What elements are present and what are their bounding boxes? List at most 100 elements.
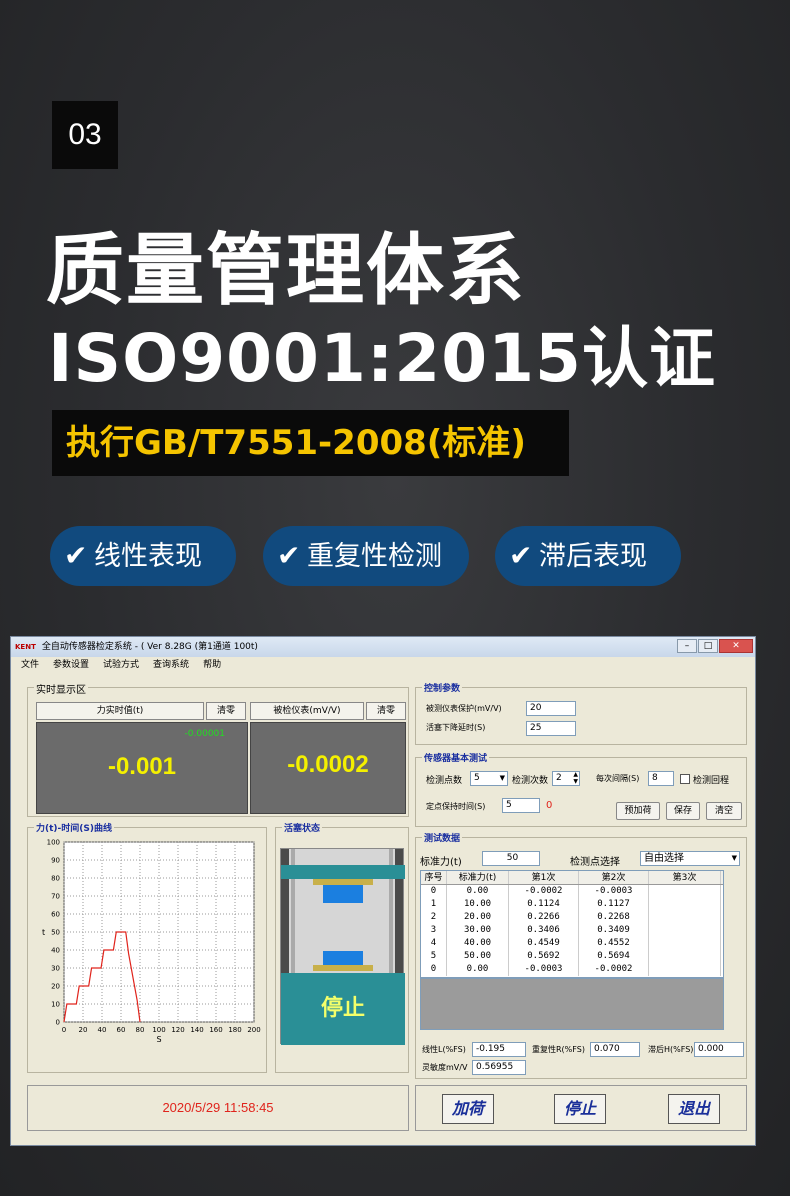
return-checkbox[interactable]	[680, 774, 690, 784]
hold-label: 定点保持时间(S)	[426, 802, 486, 811]
x-tick-label: 100	[152, 1026, 165, 1034]
sensitivity-label: 灵敏度mV/V	[422, 1063, 468, 1072]
app-window: KENT 全自动传感器检定系统 - ( Ver 8.28G (第1通道 100t)…	[10, 636, 756, 1146]
y-tick-label: 50	[51, 929, 60, 937]
menu-test-mode[interactable]: 试验方式	[103, 657, 139, 673]
delay-label: 活塞下降延时(S)	[426, 723, 486, 732]
curve-group-title: 力(t)-时间(S)曲线	[34, 821, 114, 834]
table-row[interactable]: 3 30.00 0.3406 0.3409	[421, 924, 723, 937]
col-header: 第1次	[509, 871, 579, 884]
feature-label: 线性表现	[94, 541, 202, 572]
piston-illustration: 停止	[280, 848, 405, 1045]
table-row[interactable]: 2 20.00 0.2266 0.2268	[421, 911, 723, 924]
protect-input[interactable]: 20	[526, 701, 576, 716]
table-cell: 0.3406	[509, 924, 579, 937]
points-select[interactable]: 5 ▼	[470, 771, 508, 786]
table-header-row: 序号 标准力(t) 第1次 第2次 第3次	[421, 871, 723, 885]
dropdown-arrow-icon: ▼	[731, 854, 737, 862]
basic-test-group-title: 传感器基本测试	[422, 751, 490, 764]
delay-input[interactable]: 25	[526, 721, 576, 736]
check-icon: ✔	[64, 539, 88, 572]
table-cell: 0.5692	[509, 950, 579, 963]
table-row[interactable]: 1 10.00 0.1124 0.1127	[421, 898, 723, 911]
table-cell: 0.1127	[579, 898, 649, 911]
feature-label: 滞后表现	[539, 541, 647, 572]
x-tick-label: 20	[79, 1026, 88, 1034]
point-select-value: 自由选择	[644, 853, 684, 864]
piston-group: 活塞状态 停止	[275, 821, 409, 1073]
y-tick-label: 40	[51, 947, 60, 955]
table-cell: 10.00	[447, 898, 509, 911]
col-header: 第3次	[649, 871, 721, 884]
clear-force-button[interactable]: 清零	[206, 702, 246, 720]
clear-meter-button[interactable]: 清零	[366, 702, 406, 720]
x-tick-label: 0	[62, 1026, 66, 1034]
x-tick-label: 180	[228, 1026, 241, 1034]
control-group-title: 控制参数	[422, 681, 463, 694]
points-label: 检测点数	[426, 776, 463, 786]
window-titlebar[interactable]: KENT 全自动传感器检定系统 - ( Ver 8.28G (第1通道 100t)…	[11, 637, 755, 657]
table-row[interactable]: 4 40.00 0.4549 0.4552	[421, 937, 723, 950]
menu-file[interactable]: 文件	[21, 657, 39, 673]
maximize-icon[interactable]: □	[698, 639, 718, 653]
control-group: 控制参数 被测仪表保护(mV/V) 20 活塞下降延时(S) 25	[415, 681, 747, 745]
piston-status: 停止	[281, 973, 405, 1045]
headline-certification: ISO9001:2015认证	[48, 320, 716, 397]
y-tick-label: 0	[56, 1019, 60, 1027]
times-stepper[interactable]: 2 ▲ ▼	[552, 771, 580, 786]
table-scroll-area[interactable]	[420, 978, 724, 1030]
meter-header: 被检仪表(mV/V)	[250, 702, 364, 720]
table-row[interactable]: 0 0.00 -0.0003 -0.0002	[421, 963, 723, 976]
headline-title: 质量管理体系	[46, 226, 527, 316]
point-select[interactable]: 自由选择 ▼	[640, 851, 740, 866]
x-tick-label: 120	[171, 1026, 184, 1034]
x-axis-label: S	[156, 1035, 161, 1044]
y-tick-label: 20	[51, 983, 60, 991]
table-cell: 5	[421, 950, 447, 963]
times-label: 检测次数	[512, 776, 549, 786]
col-header: 标准力(t)	[447, 871, 509, 884]
force-display: -0.00001 -0.001	[36, 722, 248, 814]
app-logo: KENT	[15, 643, 36, 651]
hysteresis-value: 0.000	[694, 1042, 744, 1057]
check-icon: ✔	[509, 539, 533, 572]
interval-input[interactable]: 8	[648, 771, 674, 786]
menu-help[interactable]: 帮助	[203, 657, 221, 673]
table-cell: 0.2266	[509, 911, 579, 924]
table-cell: 4	[421, 937, 447, 950]
hold-input[interactable]: 5	[502, 798, 540, 813]
minimize-icon[interactable]: –	[677, 639, 697, 653]
y-tick-label: 90	[51, 857, 60, 865]
table-row[interactable]: 0 0.00 -0.0002 -0.0003	[421, 885, 723, 898]
menu-query[interactable]: 查询系统	[153, 657, 189, 673]
menu-params[interactable]: 参数设置	[53, 657, 89, 673]
y-axis-label: t	[42, 928, 45, 937]
load-button[interactable]: 加荷	[442, 1094, 494, 1124]
table-cell: 0.4552	[579, 937, 649, 950]
col-header: 序号	[421, 871, 447, 884]
table-cell: 0.4549	[509, 937, 579, 950]
table-cell: 0	[421, 963, 447, 976]
meter-value: -0.0002	[287, 751, 369, 778]
table-row[interactable]: 5 50.00 0.5692 0.5694	[421, 950, 723, 963]
clear-button[interactable]: 清空	[706, 802, 742, 820]
close-icon[interactable]: ✕	[719, 639, 753, 653]
linearity-label: 线性L(%FS)	[422, 1045, 466, 1054]
std-force-input[interactable]: 50	[482, 851, 540, 866]
std-force-label: 标准力(t)	[420, 857, 462, 868]
table-cell: 3	[421, 924, 447, 937]
table-cell: 0.00	[447, 963, 509, 976]
save-button[interactable]: 保存	[666, 802, 700, 820]
preload-button[interactable]: 预加荷	[616, 802, 660, 820]
exit-button[interactable]: 退出	[668, 1094, 720, 1124]
table-cell	[649, 911, 721, 924]
stop-button[interactable]: 停止	[554, 1094, 606, 1124]
protect-label: 被测仪表保护(mV/V)	[426, 704, 502, 713]
table-cell	[649, 885, 721, 898]
window-title: 全自动传感器检定系统 - ( Ver 8.28G (第1通道 100t)	[41, 642, 258, 652]
piston-group-title: 活塞状态	[282, 821, 323, 834]
standard-banner: 执行GB/T7551-2008(标准)	[52, 410, 569, 476]
x-tick-label: 140	[190, 1026, 203, 1034]
x-tick-label: 160	[209, 1026, 222, 1034]
action-bar: 加荷 停止 退出	[415, 1085, 747, 1131]
